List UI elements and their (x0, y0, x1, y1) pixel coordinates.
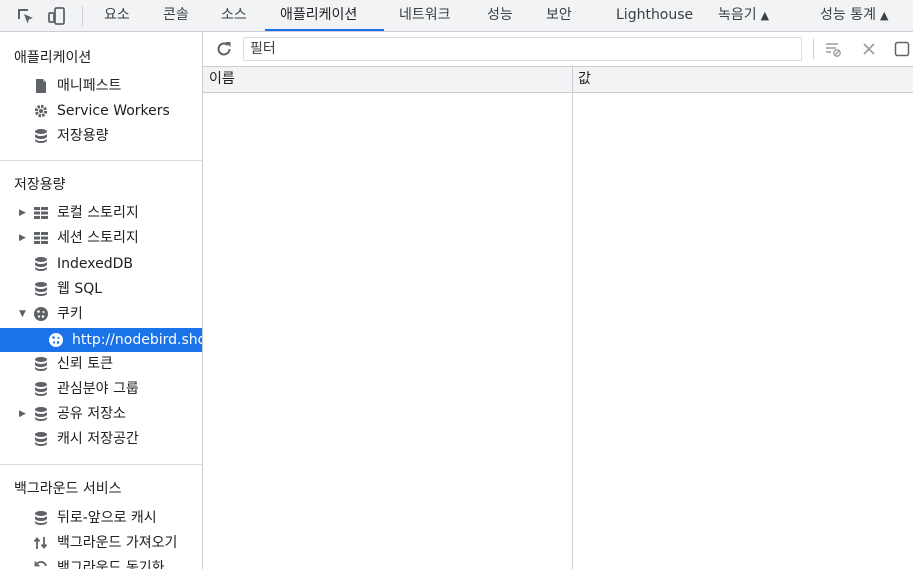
sidebar-item-label: 쿠키 (57, 306, 83, 322)
column-separator[interactable] (572, 67, 573, 569)
tab-elements[interactable]: 요소 (104, 0, 130, 31)
grid-icon (33, 205, 49, 221)
tab-application[interactable]: 애플리케이션 (265, 0, 384, 31)
close-icon[interactable] (860, 40, 878, 58)
column-header-name[interactable]: 이름 (209, 67, 235, 92)
sidebar-item-shared-storage[interactable]: ▶ 공유 저장소 (0, 402, 202, 426)
tab-performance[interactable]: 성능 (487, 0, 513, 31)
database-icon (33, 128, 49, 144)
arrows-updown-icon (33, 535, 49, 551)
toolbar-separator (813, 39, 814, 59)
grid-icon (33, 230, 49, 246)
section-title-application: 애플리케이션 (14, 50, 92, 66)
sidebar-item-label: 캐시 저장공간 (57, 431, 139, 447)
sidebar-item-label: 백그라운드 동기화 (57, 560, 165, 569)
sidebar-item-label: 관심분야 그룹 (57, 381, 139, 397)
database-icon (33, 431, 49, 447)
tab-network[interactable]: 네트워크 (399, 0, 451, 31)
tab-security[interactable]: 보안 (546, 0, 572, 31)
sidebar-item-service-workers[interactable]: Service Workers (0, 99, 202, 123)
sidebar-item-label: http://nodebird.shop (72, 332, 203, 348)
sync-icon (33, 560, 49, 569)
toolbar-separator (82, 6, 83, 26)
application-sidebar: 애플리케이션 매니페스트 Service Workers 저장용량 저장용량 ▶… (0, 32, 203, 569)
sidebar-item-cookies[interactable]: ▼ 쿠키 (0, 302, 202, 326)
refresh-icon[interactable] (215, 40, 233, 58)
expand-arrow-icon[interactable]: ▶ (19, 201, 26, 225)
gear-icon (33, 103, 49, 119)
sidebar-item-session-storage[interactable]: ▶ 세션 스토리지 (0, 226, 202, 250)
devtools-tab-bar: 요소 콘솔 소스 애플리케이션 네트워크 성능 보안 Lighthouse 녹음… (0, 0, 913, 32)
tab-console[interactable]: 콘솔 (163, 0, 189, 31)
tab-performance-insights-label: 성능 통계 (820, 7, 876, 23)
sidebar-item-label: 세션 스토리지 (57, 230, 139, 246)
column-header-value[interactable]: 값 (578, 67, 591, 92)
sidebar-item-local-storage[interactable]: ▶ 로컬 스토리지 (0, 201, 202, 225)
sidebar-item-trust-tokens[interactable]: 신뢰 토큰 (0, 352, 202, 376)
section-title-background-services: 백그라운드 서비스 (14, 481, 122, 497)
sidebar-item-background-fetch[interactable]: 백그라운드 가져오기 (0, 531, 202, 555)
sidebar-item-cache-storage[interactable]: 캐시 저장공간 (0, 427, 202, 451)
cookie-icon (48, 332, 64, 348)
document-icon (33, 78, 49, 94)
sidebar-item-manifest[interactable]: 매니페스트 (0, 74, 202, 98)
tab-sources[interactable]: 소스 (221, 0, 247, 31)
sidebar-item-interest-groups[interactable]: 관심분야 그룹 (0, 377, 202, 401)
database-icon (33, 256, 49, 272)
sidebar-item-label: 매니페스트 (57, 78, 122, 94)
section-title-storage: 저장용량 (14, 177, 66, 193)
sidebar-item-indexeddb[interactable]: IndexedDB (0, 252, 202, 276)
sidebar-item-cookie-origin[interactable]: http://nodebird.shop (0, 328, 202, 352)
flask-icon: ▲ (879, 9, 889, 22)
sidebar-item-label: 공유 저장소 (57, 406, 126, 422)
sidebar-item-web-sql[interactable]: 웹 SQL (0, 277, 202, 301)
cookies-toolbar (203, 32, 913, 67)
sidebar-item-label: 뒤로-앞으로 캐시 (57, 510, 157, 526)
tab-performance-insights[interactable]: 성능 통계 ▲ (820, 0, 888, 31)
checkbox-icon[interactable] (893, 40, 911, 58)
sidebar-item-label: IndexedDB (57, 256, 133, 272)
sidebar-item-storage[interactable]: 저장용량 (0, 124, 202, 148)
section-divider (0, 464, 202, 465)
tab-recorder[interactable]: 녹음기 ▲ (718, 0, 769, 31)
sidebar-item-label: 저장용량 (57, 128, 109, 144)
sidebar-item-label: 로컬 스토리지 (57, 205, 139, 221)
tab-recorder-label: 녹음기 (718, 7, 757, 23)
flask-icon: ▲ (760, 9, 770, 22)
cookie-icon (33, 306, 49, 322)
expand-arrow-icon[interactable]: ▶ (19, 402, 26, 426)
cookies-table-header: 이름 값 (203, 67, 913, 93)
sidebar-item-label: 웹 SQL (57, 281, 103, 297)
inspect-element-icon[interactable] (15, 6, 35, 26)
collapse-arrow-icon[interactable]: ▼ (19, 302, 26, 326)
section-divider (0, 160, 202, 161)
sidebar-item-background-sync[interactable]: 백그라운드 동기화 (0, 556, 202, 569)
sidebar-item-bfcache[interactable]: 뒤로-앞으로 캐시 (0, 506, 202, 530)
database-icon (33, 281, 49, 297)
sidebar-item-label: 백그라운드 가져오기 (57, 535, 178, 551)
filter-input[interactable] (243, 37, 802, 61)
sidebar-item-label: Service Workers (57, 103, 170, 119)
clear-filtered-icon[interactable] (824, 40, 842, 58)
tab-lighthouse[interactable]: Lighthouse (616, 0, 693, 31)
database-icon (33, 406, 49, 422)
database-icon (33, 510, 49, 526)
database-icon (33, 381, 49, 397)
sidebar-item-label: 신뢰 토큰 (57, 356, 113, 372)
expand-arrow-icon[interactable]: ▶ (19, 226, 26, 250)
database-icon (33, 356, 49, 372)
device-toolbar-icon[interactable] (47, 6, 67, 26)
